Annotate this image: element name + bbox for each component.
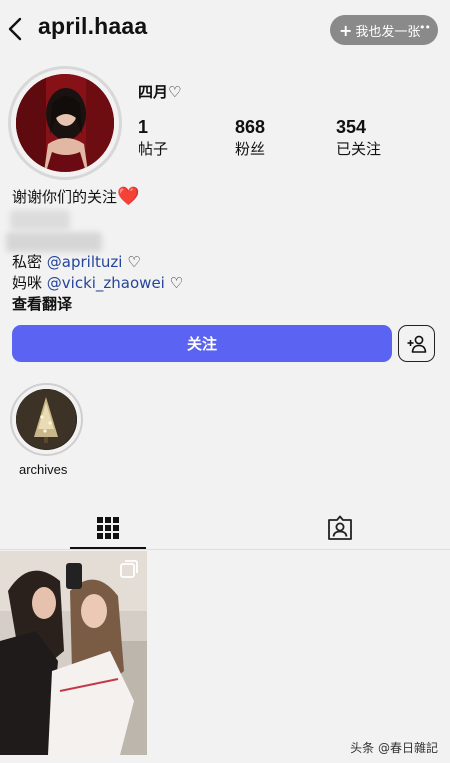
top-bar: april.haaa + 我也发一张 •• bbox=[0, 0, 450, 58]
posts-label: 帖子 bbox=[138, 140, 169, 158]
tagged-icon bbox=[328, 515, 352, 540]
blurred-text bbox=[6, 232, 102, 252]
followers-label: 粉丝 bbox=[235, 140, 266, 158]
add-person-icon bbox=[407, 335, 426, 353]
story-highlight[interactable] bbox=[10, 383, 83, 456]
suggested-users-button[interactable] bbox=[398, 325, 435, 362]
plus-icon: + bbox=[339, 20, 353, 40]
highlight-cover bbox=[16, 389, 77, 450]
mention-link[interactable]: @apriltuzi bbox=[47, 253, 123, 271]
bio-link-prefix: 私密 bbox=[12, 253, 47, 271]
multiple-photos-icon bbox=[120, 560, 138, 578]
highlight-label: archives bbox=[19, 462, 68, 477]
blurred-text bbox=[10, 210, 70, 230]
post-one-too-button[interactable]: + 我也发一张 •• bbox=[330, 15, 438, 45]
follow-label: 关注 bbox=[186, 335, 217, 353]
display-name: 四月♡ bbox=[138, 83, 182, 101]
more-dots-icon[interactable]: •• bbox=[419, 21, 431, 34]
grid-icon bbox=[97, 516, 119, 539]
bio-link-row: 私密 @apriltuzi ♡ bbox=[12, 251, 141, 272]
bio-text: 谢谢你们的关注 bbox=[12, 188, 118, 206]
bio-line: 谢谢你们的关注❤️ bbox=[12, 186, 139, 207]
posts-stat[interactable]: 1 帖子 bbox=[138, 116, 168, 160]
tab-divider bbox=[0, 549, 450, 550]
heart-outline-icon: ♡ bbox=[122, 253, 141, 271]
bio-link-row: 妈咪 @vicki_zhaowei ♡ bbox=[12, 272, 183, 293]
profile-avatar-ring[interactable] bbox=[8, 66, 122, 180]
followers-stat[interactable]: 868 粉丝 bbox=[235, 116, 265, 160]
avatar bbox=[16, 74, 114, 172]
posts-count: 1 bbox=[138, 117, 149, 137]
post-one-too-label: 我也发一张 bbox=[355, 24, 421, 40]
mention-link[interactable]: @vicki_zhaowei bbox=[47, 274, 165, 292]
bio-link-prefix: 妈咪 bbox=[12, 274, 47, 292]
see-translation-link[interactable]: 查看翻译 bbox=[12, 293, 72, 314]
tab-tagged[interactable] bbox=[302, 505, 378, 550]
post-thumbnail[interactable] bbox=[0, 551, 147, 755]
back-icon[interactable] bbox=[6, 16, 28, 42]
profile-username: april.haaa bbox=[38, 13, 148, 39]
post-photo bbox=[0, 551, 147, 755]
heart-outline-icon: ♡ bbox=[164, 274, 184, 292]
tab-posts-grid[interactable] bbox=[70, 505, 146, 550]
watermark: 头条 @春日雜記 bbox=[350, 741, 438, 755]
following-label: 已关注 bbox=[336, 140, 382, 158]
heart-emoji-icon: ❤️ bbox=[117, 186, 140, 207]
following-count: 354 bbox=[336, 117, 367, 137]
followers-count: 868 bbox=[235, 117, 266, 137]
following-stat[interactable]: 354 已关注 bbox=[336, 116, 381, 160]
follow-button[interactable]: 关注 bbox=[12, 325, 392, 362]
